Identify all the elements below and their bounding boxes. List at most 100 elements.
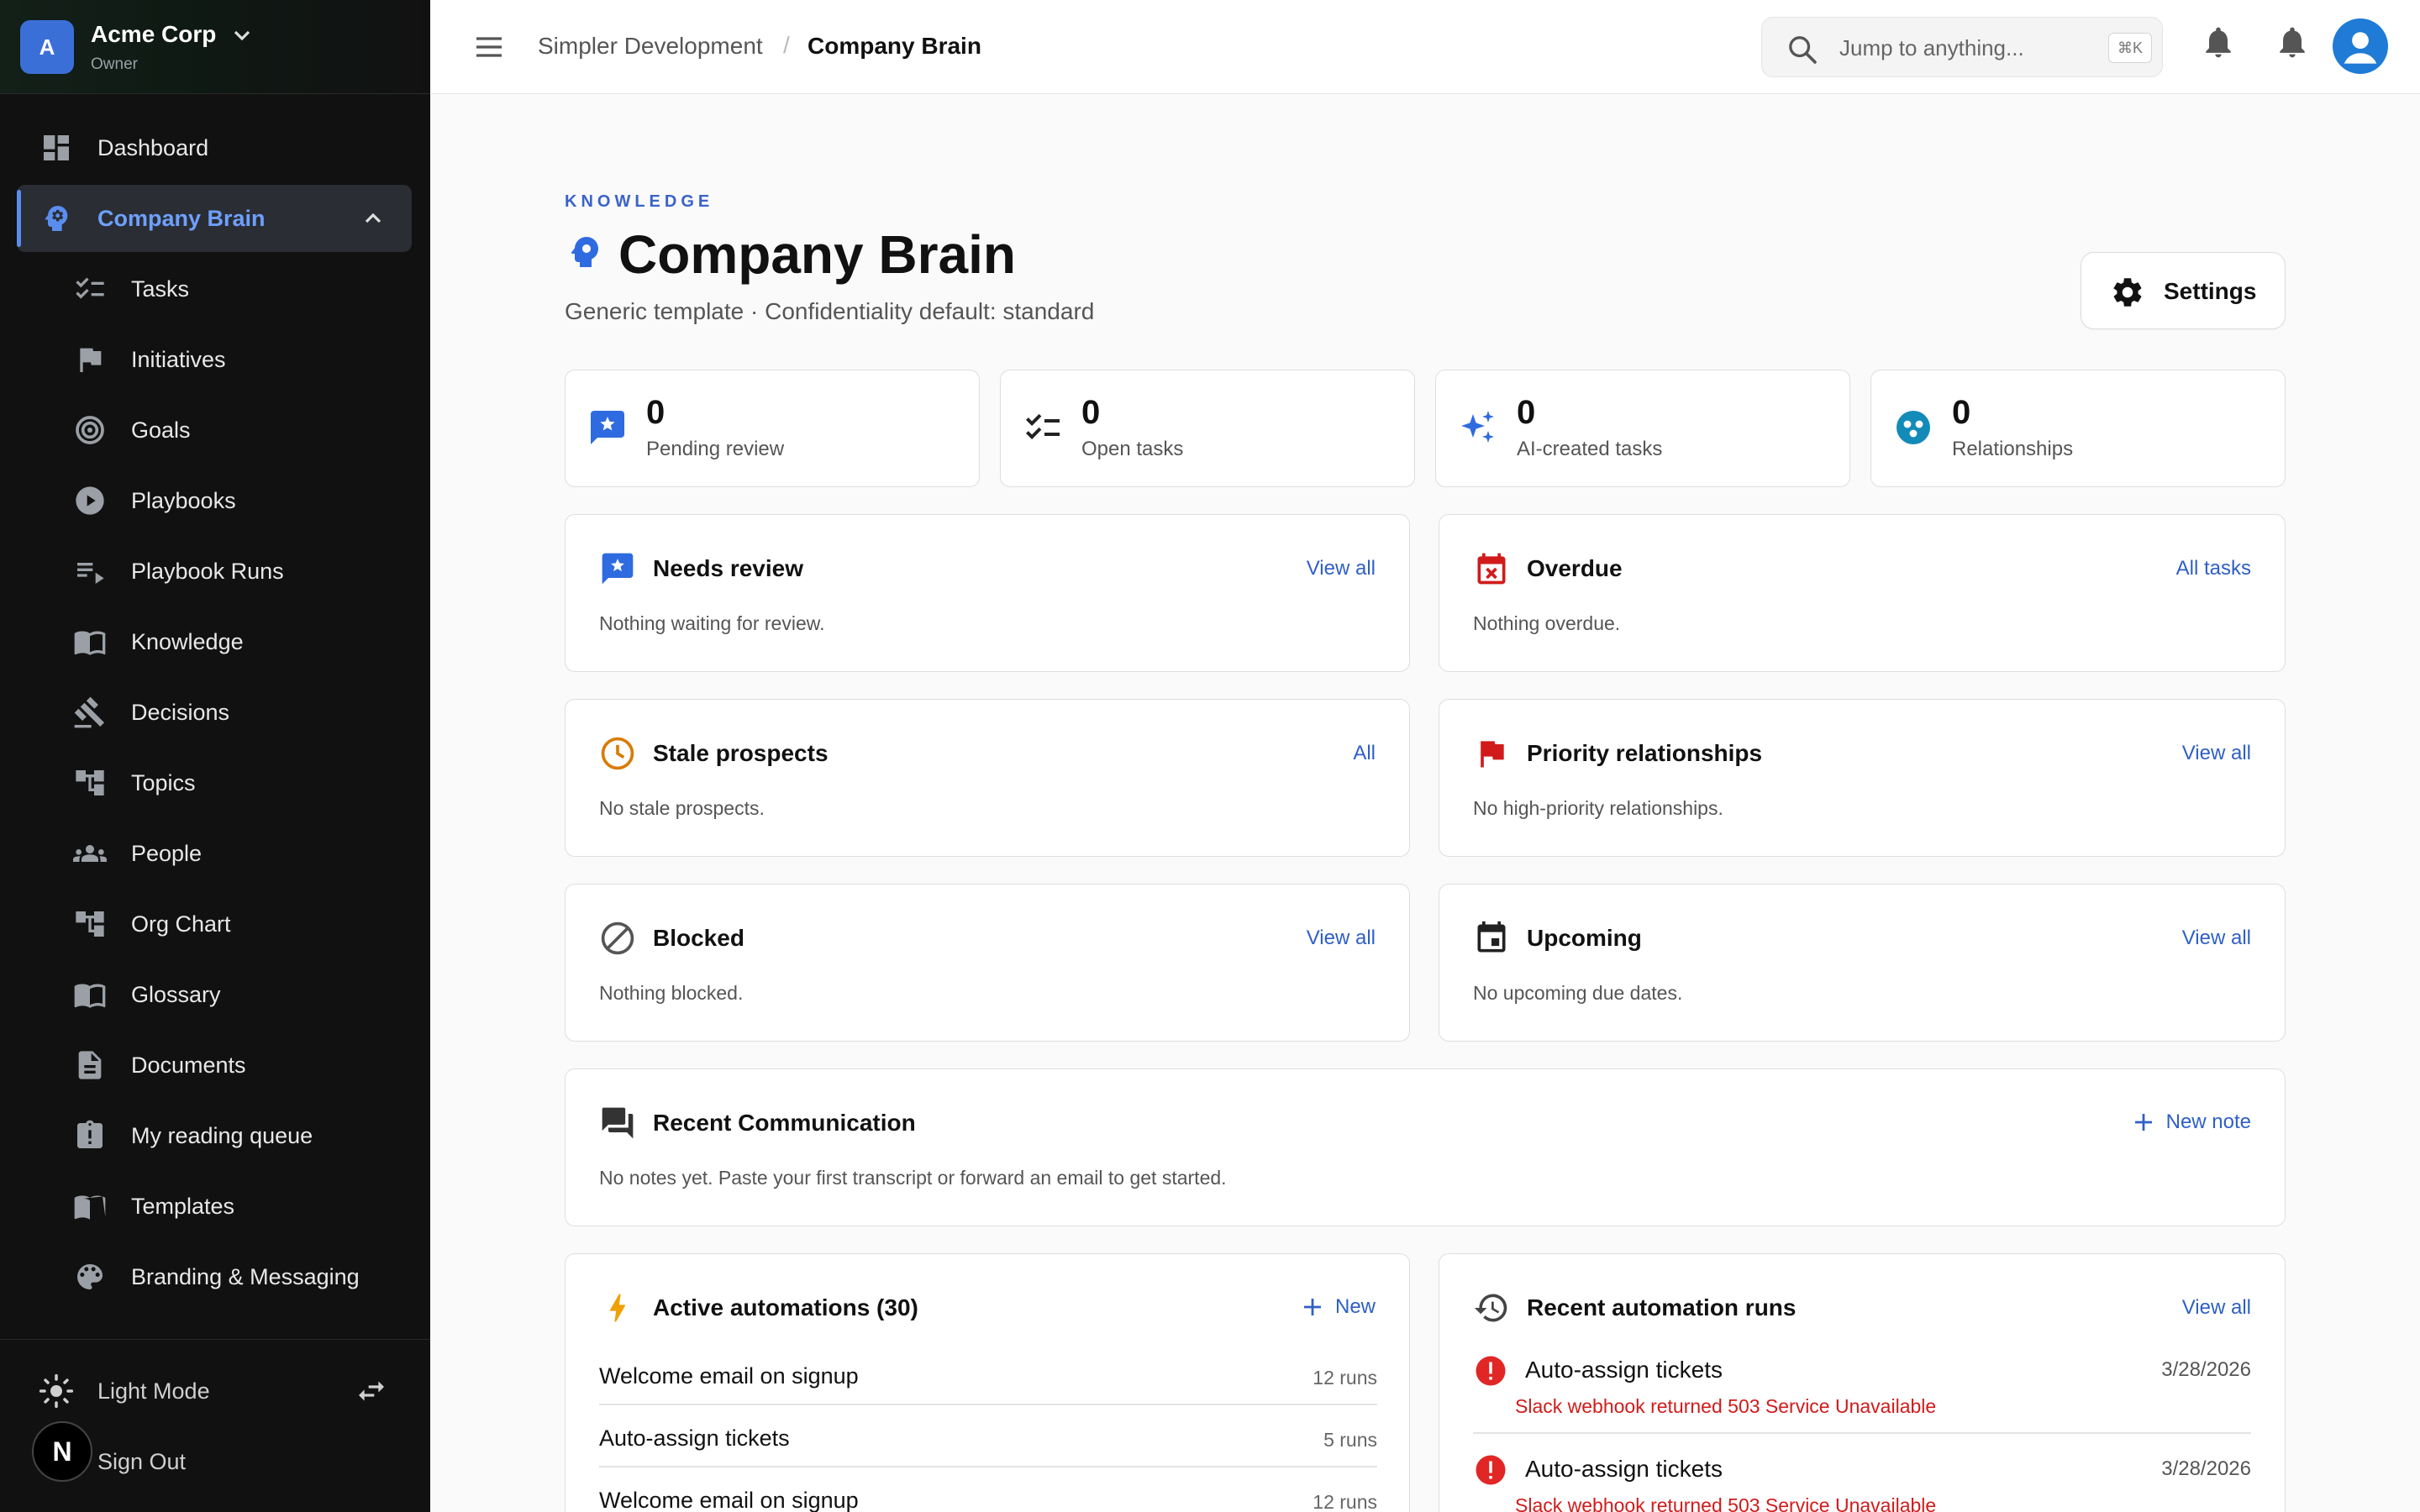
swap-icon[interactable] <box>355 1374 388 1408</box>
panel-title: Needs review <box>653 555 803 581</box>
breadcrumb-parent[interactable]: Simpler Development <box>538 33 763 60</box>
run-date: 3/28/2026 <box>2161 1358 2251 1381</box>
sidebar-item-label: People <box>131 840 203 866</box>
run-row[interactable]: Auto-assign tickets 3/28/2026 Slack webh… <box>1473 1434 2251 1512</box>
run-date: 3/28/2026 <box>2161 1457 2251 1480</box>
sidebar-item-topics[interactable]: Topics <box>0 751 430 815</box>
history-icon <box>1474 1294 1507 1322</box>
search-icon <box>1789 36 1817 64</box>
needs-review-panel: Needs review View all Nothing waiting fo… <box>565 514 1410 672</box>
empty-state: Nothing waiting for review. <box>599 612 825 634</box>
org-switcher[interactable]: A Acme Corp Owner <box>0 0 430 94</box>
play-icon <box>72 483 108 518</box>
view-all-link[interactable]: View all <box>2182 927 2251 950</box>
stat-ai-created-tasks[interactable]: 0 AI-created tasks <box>1435 370 1850 487</box>
sidebar-item-glossary[interactable]: Glossary <box>0 963 430 1026</box>
new-note-button[interactable]: New note <box>2131 1110 2251 1135</box>
sidebar-item-playbook-runs[interactable]: Playbook Runs <box>0 539 430 603</box>
chat-icon <box>602 1107 634 1139</box>
empty-state: No upcoming due dates. <box>1473 982 1683 1004</box>
new-automation-button[interactable]: New <box>1300 1294 1376 1320</box>
book-icon <box>72 977 108 1012</box>
menu-icon[interactable] <box>472 30 506 64</box>
relationships-icon <box>1897 411 1930 444</box>
plus-icon <box>1303 1299 1321 1315</box>
sidebar-item-decisions[interactable]: Decisions <box>0 680 430 744</box>
tree-icon <box>72 765 108 801</box>
reading-queue-icon <box>72 1118 108 1153</box>
automation-row[interactable]: Welcome email on signup 12 runs <box>599 1467 1377 1512</box>
automation-row[interactable]: Auto-assign tickets 5 runs <box>599 1405 1377 1467</box>
automation-runs: 12 runs <box>1313 1491 1377 1512</box>
automation-runs: 5 runs <box>1323 1429 1377 1451</box>
view-all-link[interactable]: View all <box>1307 557 1376 580</box>
stat-value: 0 <box>1081 394 1101 431</box>
sidebar-item-templates[interactable]: Templates <box>0 1174 430 1238</box>
chevron-up-icon[interactable] <box>360 205 387 232</box>
all-link[interactable]: All <box>1353 742 1376 765</box>
sidebar-item-company-brain[interactable]: Company Brain <box>17 185 412 252</box>
dev-badge[interactable]: N <box>32 1421 92 1482</box>
sidebar-item-tasks[interactable]: Tasks <box>0 257 430 321</box>
panel-title: Priority relationships <box>1527 740 1763 766</box>
view-all-link[interactable]: View all <box>1307 927 1376 950</box>
sidebar-item-goals[interactable]: Goals <box>0 398 430 462</box>
calendar-icon <box>1477 921 1506 953</box>
sidebar-item-branding[interactable]: Branding & Messaging <box>0 1245 430 1309</box>
sidebar-item-label: Playbooks <box>131 487 236 513</box>
page-subtitle: Generic template · Confidentiality defau… <box>565 298 1095 324</box>
sidebar-item-label: Documents <box>131 1052 246 1078</box>
stat-open-tasks[interactable]: 0 Open tasks <box>1000 370 1415 487</box>
bell-icon[interactable] <box>2200 24 2237 60</box>
all-tasks-link[interactable]: All tasks <box>2176 557 2251 580</box>
stat-label: Relationships <box>1952 438 2074 460</box>
chevron-down-icon <box>234 30 250 41</box>
sign-out-label: Sign Out <box>97 1448 187 1474</box>
stat-label: Open tasks <box>1081 438 1184 460</box>
flag-icon <box>72 342 108 377</box>
sidebar-item-dashboard[interactable]: Dashboard <box>0 116 430 180</box>
view-all-link[interactable]: View all <box>2182 742 2251 765</box>
sidebar-item-label: Org Chart <box>131 911 231 937</box>
review-icon <box>591 411 624 444</box>
user-avatar[interactable] <box>2333 18 2388 74</box>
light-mode-toggle[interactable]: Light Mode <box>0 1359 430 1423</box>
run-row[interactable]: Auto-assign tickets 3/28/2026 Slack webh… <box>1473 1335 2251 1434</box>
sidebar-item-label: My reading queue <box>131 1122 313 1148</box>
sidebar-item-documents[interactable]: Documents <box>0 1033 430 1097</box>
stat-pending-review[interactable]: 0 Pending review <box>565 370 980 487</box>
stat-label: AI-created tasks <box>1517 438 1663 460</box>
automation-name: Welcome email on signup <box>599 1488 859 1512</box>
sidebar-item-initiatives[interactable]: Initiatives <box>0 328 430 391</box>
sidebar-item-label: Branding & Messaging <box>131 1263 360 1289</box>
lightning-icon <box>609 1294 626 1322</box>
breadcrumb-separator: / <box>783 32 790 58</box>
automation-name: Welcome email on signup <box>599 1363 859 1389</box>
priority-relationships-panel: Priority relationships View all No high-… <box>1439 699 2286 857</box>
stat-relationships[interactable]: 0 Relationships <box>1870 370 2286 487</box>
sidebar-item-org-chart[interactable]: Org Chart <box>0 892 430 956</box>
panel-title: Recent Communication <box>653 1110 916 1136</box>
sidebar-item-knowledge[interactable]: Knowledge <box>0 610 430 674</box>
panel-title: Overdue <box>1527 555 1623 581</box>
sidebar-item-label: Goals <box>131 417 191 443</box>
panel-title: Active automations (30) <box>653 1294 918 1320</box>
settings-button[interactable]: Settings <box>2081 252 2286 329</box>
empty-state: No high-priority relationships. <box>1473 797 1723 819</box>
gear-icon <box>2113 278 2142 307</box>
automation-row[interactable]: Welcome email on signup 12 runs <box>599 1343 1377 1405</box>
search-input[interactable]: Jump to anything... ⌘K <box>1761 17 2163 77</box>
run-name: Auto-assign tickets <box>1525 1357 1723 1383</box>
stat-value: 0 <box>646 394 666 431</box>
gavel-icon <box>72 695 108 730</box>
sidebar-item-label: Knowledge <box>131 628 244 654</box>
sidebar-item-reading-queue[interactable]: My reading queue <box>0 1104 430 1168</box>
sidebar-item-playbooks[interactable]: Playbooks <box>0 469 430 533</box>
panel-title: Blocked <box>653 925 744 951</box>
notifications-icon[interactable] <box>2274 24 2311 60</box>
checklist-icon <box>72 271 108 307</box>
active-automations-panel: Active automations (30) New Welcome emai… <box>565 1253 1410 1512</box>
sidebar-item-people[interactable]: People <box>0 822 430 885</box>
org-role: Owner <box>91 55 138 73</box>
view-all-link[interactable]: View all <box>2182 1296 2251 1320</box>
